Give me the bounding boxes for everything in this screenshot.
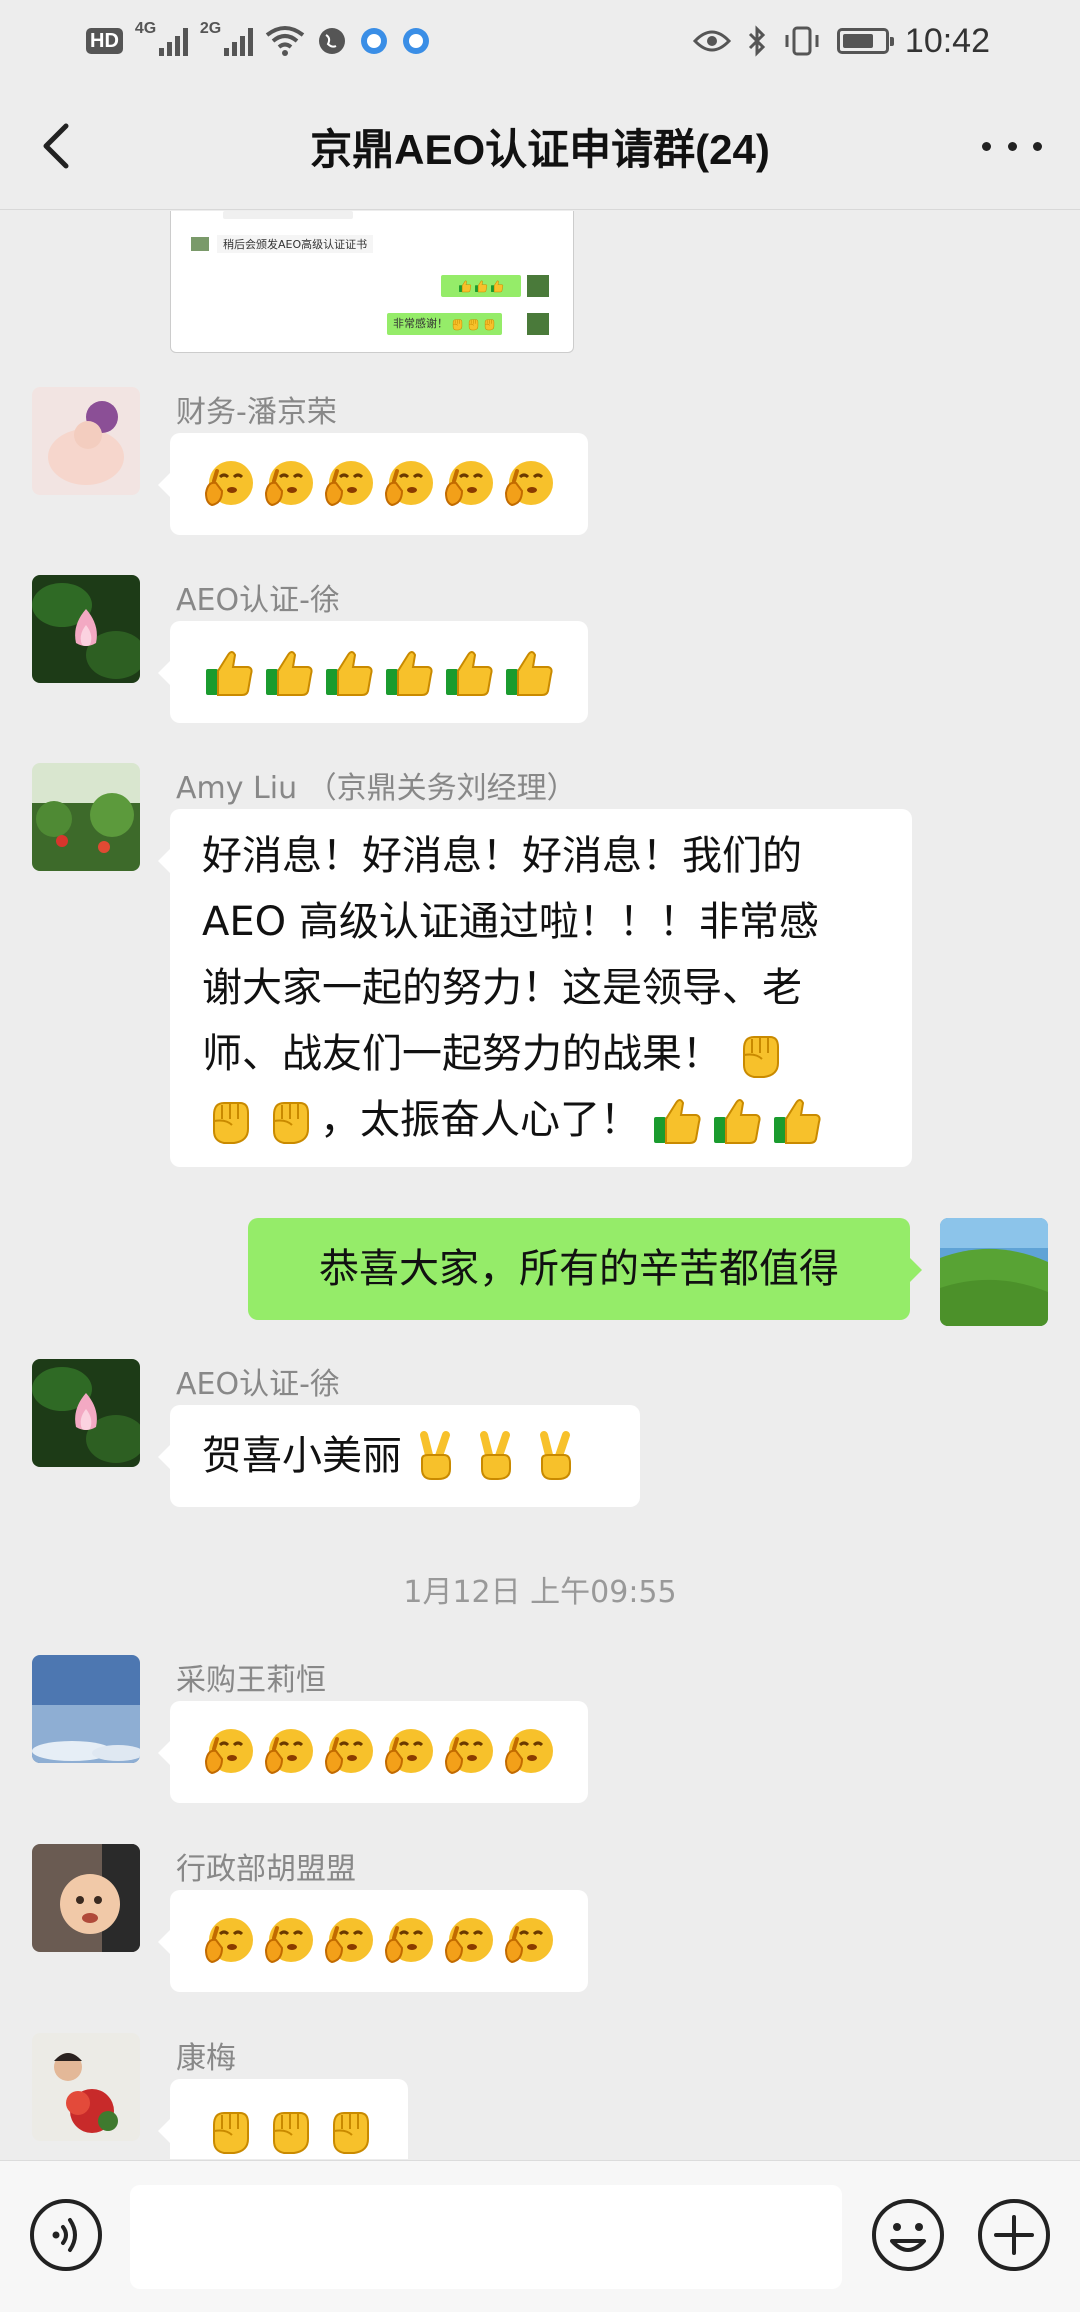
shushing-face-icon [382, 457, 436, 511]
clock: 10:42 [904, 21, 990, 60]
bluetooth-icon [748, 25, 766, 57]
message-text-line: 好消息！好消息！好消息！我们的 [202, 833, 802, 879]
thumbs-up-icon [442, 645, 496, 699]
message-bubble[interactable] [158, 1701, 588, 1803]
vibrate-icon [785, 26, 819, 56]
emoji-row [202, 1908, 556, 1974]
thumbs-up-icon [202, 645, 256, 699]
signal-2g-icon: 2G [200, 20, 253, 56]
thumbs-up-icon [710, 1093, 764, 1147]
shushing-face-icon [442, 457, 496, 511]
victory-hand-icon [468, 1429, 522, 1483]
message-text: 恭喜大家，所有的辛苦都值得 [319, 1246, 839, 1292]
avatar[interactable] [32, 575, 140, 683]
forwarded-card-text-2: 非常感谢！ [387, 313, 502, 335]
globe-icon [318, 28, 345, 54]
thumbs-up-icon [322, 645, 376, 699]
raised-fist-icon [322, 2103, 376, 2157]
input-bar [0, 2160, 1080, 2312]
sender-name: 行政部胡盟盟 [176, 1852, 356, 1887]
status-bar: HD 4G 2G 10:42 [0, 0, 1080, 82]
emoji-row [202, 2097, 376, 2159]
thumbs-up-icon [770, 1093, 824, 1147]
raised-fist-icon [262, 1093, 316, 1147]
sender-name: Amy Liu （京鼎关务刘经理） [176, 771, 577, 806]
message-input[interactable] [130, 2185, 842, 2289]
avatar[interactable] [32, 1655, 140, 1763]
shushing-face-icon [262, 1725, 316, 1779]
message-bubble-self[interactable]: 恭喜大家，所有的辛苦都值得 [248, 1218, 922, 1320]
wifi-icon [265, 26, 305, 56]
shushing-face-icon [322, 1725, 376, 1779]
shushing-face-icon [202, 1725, 256, 1779]
message-bubble[interactable]: 好消息！好消息！好消息！我们的 AEO 高级认证通过啦！！！非常感 谢大家一起的… [158, 809, 912, 1167]
emoji-row [202, 639, 556, 705]
message-text-line: AEO 高级认证通过啦！！！非常感 [202, 899, 819, 945]
message-text: 贺喜小美丽 [202, 1433, 402, 1479]
app-notification-icon-2 [402, 28, 429, 54]
chat-header: 京鼎AEO认证申请群(24) [0, 82, 1080, 210]
thumbs-up-icon [650, 1093, 704, 1147]
message-bubble[interactable] [158, 433, 588, 535]
raised-fist-icon [732, 1027, 786, 1081]
signal-4g-icon: 4G [135, 20, 188, 56]
message-bubble[interactable] [158, 621, 588, 723]
shushing-face-icon [502, 1914, 556, 1968]
victory-hand-icon [528, 1429, 582, 1483]
more-dots-icon[interactable] [982, 128, 1042, 164]
shushing-face-icon [502, 1725, 556, 1779]
shushing-face-icon [382, 1914, 436, 1968]
shushing-face-icon [442, 1914, 496, 1968]
shushing-face-icon [322, 457, 376, 511]
shushing-face-icon [382, 1725, 436, 1779]
avatar[interactable] [32, 1359, 140, 1467]
raised-fist-icon [262, 2103, 316, 2157]
sender-name: 财务-潘京荣 [176, 395, 337, 430]
emoji-row [202, 1719, 556, 1785]
sender-name: AEO认证-徐 [176, 583, 340, 618]
message-text-line: 谢大家一起的努力！这是领导、老 [202, 965, 802, 1011]
shushing-face-icon [202, 457, 256, 511]
emoji-icon[interactable] [870, 2197, 946, 2273]
thumbs-up-icon [262, 645, 316, 699]
shushing-face-icon [442, 1725, 496, 1779]
message-bubble[interactable] [158, 2079, 408, 2159]
raised-fist-icon [202, 2103, 256, 2157]
avatar[interactable] [32, 2033, 140, 2141]
avatar-self[interactable] [940, 1218, 1048, 1326]
shushing-face-icon [502, 457, 556, 511]
plus-icon[interactable] [976, 2197, 1052, 2273]
battery-icon [836, 28, 894, 54]
app-notification-icon [360, 28, 387, 54]
chat-title[interactable]: 京鼎AEO认证申请群(24) [0, 116, 1080, 177]
message-list[interactable]: 稍后会颁发AEO高级认证证书 非常感谢！ 财务-潘京荣 AEO认证-徐 Amy … [0, 211, 1080, 2159]
avatar[interactable] [32, 763, 140, 871]
avatar[interactable] [32, 387, 140, 495]
message-text-line: ，太振奋人心了！ [320, 1097, 640, 1143]
message-bubble[interactable]: 贺喜小美丽 [158, 1405, 640, 1507]
thumbs-up-icon [382, 645, 436, 699]
shushing-face-icon [262, 1914, 316, 1968]
thumbs-up-icon [502, 645, 556, 699]
sender-name: AEO认证-徐 [176, 1367, 340, 1402]
message-bubble[interactable] [158, 1890, 588, 1992]
voice-icon[interactable] [28, 2197, 104, 2273]
raised-fist-icon [202, 1093, 256, 1147]
shushing-face-icon [202, 1914, 256, 1968]
emoji-row [202, 451, 556, 517]
time-separator: 1月12日 上午09:55 [403, 1575, 677, 1610]
avatar[interactable] [32, 1844, 140, 1952]
eye-icon [692, 30, 731, 52]
shushing-face-icon [262, 457, 316, 511]
shushing-face-icon [322, 1914, 376, 1968]
victory-hand-icon [408, 1429, 462, 1483]
message-text-line: 师、战友们一起努力的战果！ [202, 1031, 722, 1077]
sender-name: 采购王莉恒 [176, 1663, 326, 1698]
sender-name: 康梅 [176, 2041, 236, 2076]
forwarded-screenshot-image[interactable]: 稍后会颁发AEO高级认证证书 非常感谢！ [170, 211, 574, 353]
forwarded-card-text-1: 稍后会颁发AEO高级认证证书 [217, 235, 374, 253]
hd-badge: HD [86, 28, 123, 54]
